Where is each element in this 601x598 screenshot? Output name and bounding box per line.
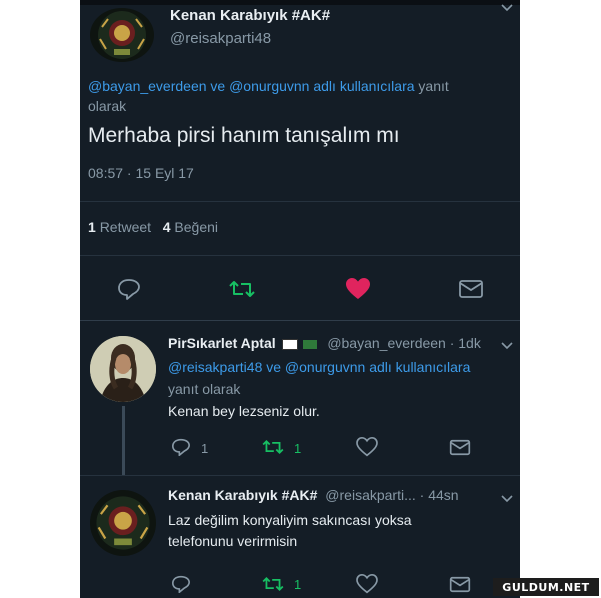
reply-suffix-2: olarak <box>88 98 127 114</box>
thread-line <box>122 406 125 476</box>
top-bar <box>80 0 520 5</box>
tweet-text: Merhaba pirsi hanım tanışalım mı <box>88 124 400 147</box>
retweet-icon[interactable] <box>260 436 286 458</box>
like-stat[interactable]: 4 Beğeni <box>163 219 218 235</box>
ottoman-emblem-icon <box>98 11 146 59</box>
reply-author-meta[interactable]: @bayan_everdeen · 1dk <box>327 335 481 351</box>
badge-icon <box>281 338 298 350</box>
reply-text-line: Laz değilim konyaliyim sakıncası yoksa <box>168 512 412 528</box>
retweet-icon[interactable] <box>260 573 286 595</box>
like-icon[interactable] <box>344 276 372 302</box>
reply-icon[interactable] <box>170 573 192 595</box>
reply-mentions[interactable]: @bayan_everdeen ve @onurguvnn adlı kulla… <box>88 78 415 94</box>
reply-text: Laz değilim konyaliyim sakıncası yoksa t… <box>168 510 412 552</box>
retweet-count: 1 <box>294 441 302 456</box>
watermark: GULDUM.NET <box>493 578 599 596</box>
author-name[interactable]: Kenan Karabıyık #AK# <box>170 7 330 24</box>
reply-icon[interactable] <box>116 276 142 302</box>
reply-avatar[interactable] <box>90 336 156 402</box>
tweet-timestamp[interactable]: 08:57 · 15 Eyl 17 <box>88 165 194 181</box>
ottoman-emblem-icon <box>96 496 150 550</box>
reply-author-meta[interactable]: @reisakparti... · 44sn <box>325 487 458 503</box>
reply-avatar[interactable] <box>90 490 156 556</box>
reply-suffix: yanıt olarak <box>168 381 241 397</box>
tweet-stats: 1 Retweet 4 Beğeni <box>88 219 218 235</box>
divider <box>80 255 520 256</box>
like-icon[interactable] <box>355 573 379 595</box>
reply-text: Kenan bey lezseniz olur. <box>168 403 320 419</box>
reply-header: PirSıkarlet Aptal @bayan_everdeen · 1dk <box>168 335 481 351</box>
person-avatar-icon <box>90 336 156 402</box>
reply-suffix: yanıt <box>418 78 449 94</box>
retweet-count: 1 <box>294 577 302 592</box>
retweet-icon[interactable] <box>228 276 256 302</box>
chevron-down-icon[interactable] <box>500 2 514 16</box>
flag-icon <box>303 339 318 349</box>
divider <box>80 320 520 321</box>
reply-text-line: telefonunu verirmisin <box>168 533 298 549</box>
chevron-down-icon[interactable] <box>500 493 514 507</box>
reply-author-name[interactable]: PirSıkarlet Aptal <box>168 335 276 351</box>
tweet-thread: Kenan Karabıyık #AK# @reisakparti48 @bay… <box>80 0 520 598</box>
author-handle[interactable]: @reisakparti48 <box>170 30 271 47</box>
author-avatar[interactable] <box>90 8 154 62</box>
chevron-down-icon[interactable] <box>500 340 514 354</box>
reply-icon[interactable] <box>170 436 192 458</box>
divider <box>80 475 520 476</box>
retweet-stat[interactable]: 1 Retweet <box>88 219 155 235</box>
message-icon[interactable] <box>457 276 485 302</box>
divider <box>80 201 520 202</box>
reply-author-name[interactable]: Kenan Karabıyık #AK# <box>168 487 317 503</box>
reply-context: @bayan_everdeen ve @onurguvnn adlı kulla… <box>88 76 513 116</box>
reply-mentions[interactable]: @reisakparti48 ve @onurguvnn adlı kullan… <box>168 359 470 375</box>
like-icon[interactable] <box>355 436 379 458</box>
message-icon[interactable] <box>448 436 472 458</box>
reply-header: Kenan Karabıyık #AK# @reisakparti... · 4… <box>168 487 459 503</box>
reply-count: 1 <box>201 441 209 456</box>
message-icon[interactable] <box>448 573 472 595</box>
watermark-text: GULDUM.NET <box>502 580 590 594</box>
